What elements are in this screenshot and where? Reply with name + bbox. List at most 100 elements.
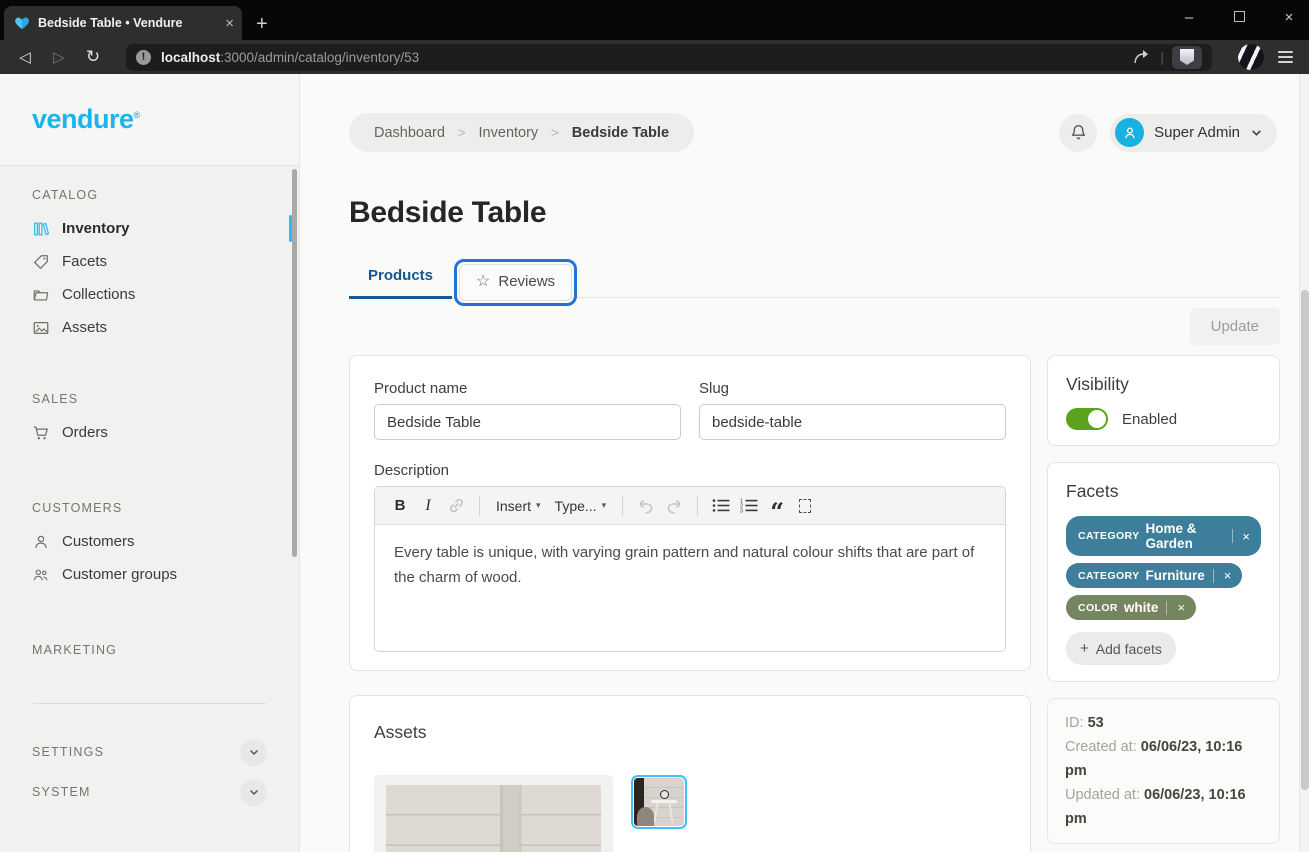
minimize-icon[interactable]: – xyxy=(1179,9,1199,26)
back-icon[interactable]: ◁ xyxy=(10,43,40,71)
sidebar-item-customer-groups[interactable]: Customer groups xyxy=(0,558,299,591)
ordered-list-icon[interactable]: 123 xyxy=(736,492,762,520)
site-info-icon[interactable]: ! xyxy=(136,50,151,65)
slug-label: Slug xyxy=(699,380,1006,397)
type-dropdown[interactable]: Type...▾ xyxy=(549,492,613,520)
update-button[interactable]: Update xyxy=(1190,308,1280,345)
facet-type: CATEGORY xyxy=(1078,530,1140,542)
facet-value: Home & Garden xyxy=(1146,521,1224,551)
browser-tab[interactable]: Bedside Table • Vendure × xyxy=(4,6,242,40)
notifications-button[interactable] xyxy=(1059,114,1097,152)
description-editor[interactable]: Every table is unique, with varying grai… xyxy=(375,525,1005,651)
sidebar-item-orders[interactable]: Orders xyxy=(0,416,299,449)
insert-dropdown[interactable]: Insert▾ xyxy=(490,492,547,520)
forward-icon[interactable]: ▷ xyxy=(44,43,74,71)
sidebar-divider xyxy=(33,703,266,704)
undo-icon[interactable] xyxy=(633,492,659,520)
sidebar-item-collections[interactable]: Collections xyxy=(0,278,299,311)
sidebar-item-label: Assets xyxy=(62,319,107,336)
italic-button[interactable]: I xyxy=(415,492,441,520)
facets-heading: Facets xyxy=(1066,481,1261,502)
vendure-logo[interactable]: vendure® xyxy=(32,104,140,135)
tab-products[interactable]: Products xyxy=(349,256,452,299)
collapse-label: SETTINGS xyxy=(32,745,104,759)
sidebar-item-facets[interactable]: Facets xyxy=(0,245,299,278)
remove-facet-icon[interactable]: × xyxy=(1222,569,1234,582)
browser-tab-bar: Bedside Table • Vendure × + – × xyxy=(0,0,1309,40)
main-content: Dashboard > Inventory > Bedside Table xyxy=(300,74,1309,852)
visibility-heading: Visibility xyxy=(1066,374,1261,395)
raw-html-icon[interactable] xyxy=(792,492,818,520)
user-icon xyxy=(32,533,50,551)
chevron-down-icon[interactable] xyxy=(240,739,267,766)
breadcrumb-separator: > xyxy=(551,125,559,140)
section-label-catalog: CATALOG xyxy=(0,188,299,212)
sidebar-item-label: Customer groups xyxy=(62,566,177,583)
visibility-card: Visibility Enabled xyxy=(1047,355,1280,446)
facet-type: COLOR xyxy=(1078,602,1118,614)
sidebar-item-label: Orders xyxy=(62,424,108,441)
updated-label: Updated at: xyxy=(1065,787,1140,803)
chevron-down-icon[interactable] xyxy=(240,779,267,806)
breadcrumb-inventory[interactable]: Inventory xyxy=(479,125,539,141)
slug-input[interactable] xyxy=(699,404,1006,440)
plus-icon: + xyxy=(1080,640,1089,657)
tab-title: Bedside Table • Vendure xyxy=(38,16,217,30)
page-title: Bedside Table xyxy=(349,196,1280,230)
sidebar-item-settings[interactable]: SETTINGS xyxy=(0,732,299,772)
id-label: ID: xyxy=(1065,715,1084,731)
asset-preview[interactable] xyxy=(374,775,613,852)
sidebar-item-customers[interactable]: Customers xyxy=(0,525,299,558)
browser-menu-icon[interactable] xyxy=(1272,45,1299,69)
tab-close-icon[interactable]: × xyxy=(225,15,234,32)
maximize-icon[interactable] xyxy=(1229,9,1249,26)
toolbar-divider xyxy=(697,496,698,516)
brave-shield-icon[interactable] xyxy=(1172,46,1202,69)
browser-toolbar: ◁ ▷ ↻ ! localhost:3000/admin/catalog/inv… xyxy=(0,40,1309,74)
new-tab-button[interactable]: + xyxy=(256,13,268,36)
blockquote-icon[interactable]: “ xyxy=(764,492,790,520)
bullet-list-icon[interactable] xyxy=(708,492,734,520)
remove-facet-icon[interactable]: × xyxy=(1175,601,1187,614)
reload-icon[interactable]: ↻ xyxy=(78,43,108,71)
caret-down-icon: ▾ xyxy=(602,500,607,511)
bold-button[interactable]: B xyxy=(387,492,413,520)
star-icon: ☆ xyxy=(476,274,490,290)
product-name-input[interactable] xyxy=(374,404,681,440)
asset-thumbnail[interactable] xyxy=(631,775,687,829)
visibility-toggle-label: Enabled xyxy=(1122,411,1177,428)
facets-card: Facets CATEGORY Home & Garden × CATEGORY… xyxy=(1047,462,1280,682)
vendure-favicon-icon xyxy=(14,15,30,31)
close-window-icon[interactable]: × xyxy=(1279,9,1299,26)
sidebar-item-label: Customers xyxy=(62,533,135,550)
product-name-label: Product name xyxy=(374,380,681,397)
redo-icon[interactable] xyxy=(661,492,687,520)
chevron-down-icon xyxy=(1250,126,1263,139)
visibility-toggle[interactable] xyxy=(1066,408,1108,430)
url-host: localhost xyxy=(161,50,220,65)
sidebar-item-label: Inventory xyxy=(62,220,130,237)
facet-type: CATEGORY xyxy=(1078,570,1140,582)
tab-bar: Products ☆ Reviews xyxy=(349,256,1280,298)
user-menu-button[interactable]: Super Admin xyxy=(1110,114,1277,152)
link-icon[interactable] xyxy=(443,492,469,520)
url-text: localhost:3000/admin/catalog/inventory/5… xyxy=(161,50,419,65)
folder-icon xyxy=(32,286,50,304)
browser-profile-avatar[interactable] xyxy=(1238,44,1264,70)
sidebar-item-assets[interactable]: Assets xyxy=(0,311,299,344)
tab-reviews[interactable]: ☆ Reviews xyxy=(459,264,572,301)
sidebar-item-inventory[interactable]: Inventory xyxy=(0,212,299,245)
share-icon[interactable] xyxy=(1132,48,1152,66)
library-icon xyxy=(32,220,50,238)
main-scrollbar[interactable] xyxy=(1299,74,1309,852)
product-form-card: Product name Slug Description B xyxy=(349,355,1031,671)
sidebar-item-system[interactable]: SYSTEM xyxy=(0,772,299,812)
tab-reviews-focus-ring: ☆ Reviews xyxy=(454,259,577,306)
rich-text-editor: B I Insert▾ Type...▾ xyxy=(374,486,1006,652)
assets-card: Assets xyxy=(349,695,1031,852)
remove-facet-icon[interactable]: × xyxy=(1240,530,1252,543)
toolbar-divider xyxy=(479,496,480,516)
add-facets-button[interactable]: + Add facets xyxy=(1066,632,1176,665)
breadcrumb-dashboard[interactable]: Dashboard xyxy=(374,125,445,141)
url-bar[interactable]: ! localhost:3000/admin/catalog/inventory… xyxy=(126,44,1212,71)
